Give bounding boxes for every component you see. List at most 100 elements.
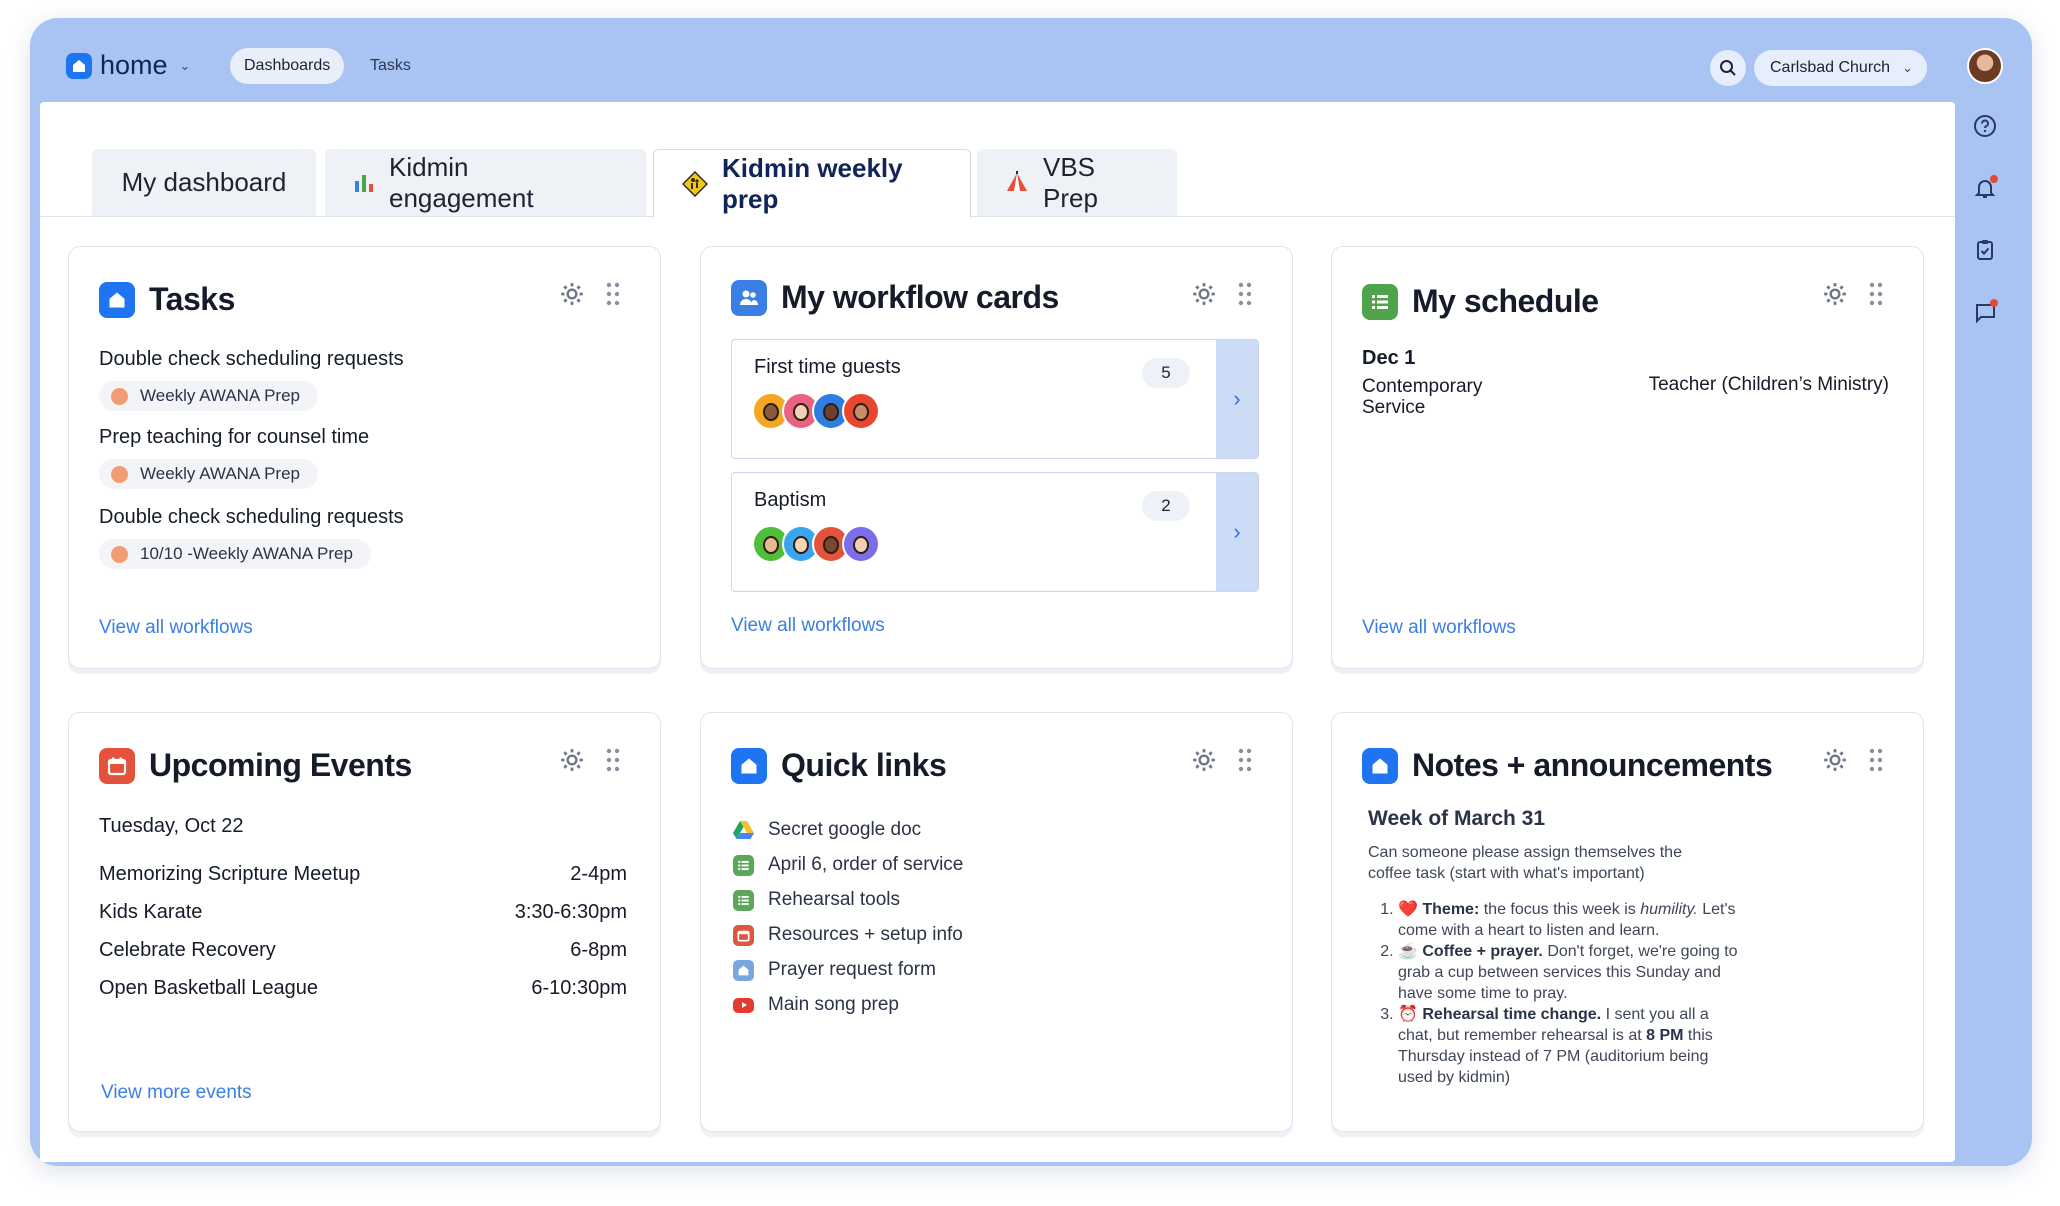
gear-icon[interactable] <box>1822 747 1848 778</box>
people-icon <box>731 279 767 316</box>
list-icon <box>733 854 754 876</box>
note-label: Theme: <box>1422 901 1480 918</box>
assignee-avatars <box>752 525 880 563</box>
event-name: Kids Karate <box>99 901 203 923</box>
note-label: Rehearsal time change. <box>1422 1006 1602 1023</box>
event-row[interactable]: Kids Karate 3:30-6:30pm <box>99 901 627 924</box>
quick-link-label: Resources + setup info <box>768 924 963 945</box>
drag-handle-icon[interactable] <box>1237 281 1253 312</box>
note-emphasis: humility. <box>1640 901 1698 918</box>
gear-icon[interactable] <box>1191 281 1217 312</box>
tab-vbs-prep[interactable]: VBS Prep <box>977 149 1177 216</box>
event-time: 6-10:30pm <box>531 977 627 999</box>
tab-kidmin-weekly-prep[interactable]: Kidmin weekly prep <box>653 149 971 218</box>
assignee-avatars <box>752 392 880 430</box>
status-dot <box>111 545 128 563</box>
event-row[interactable]: Open Basketball League 6-10:30pm <box>99 977 627 1000</box>
card-title: My schedule <box>1362 283 1599 320</box>
home-icon <box>731 747 767 784</box>
workflow-cards-card: My workflow cards First time guests 5 › … <box>700 246 1293 669</box>
quick-link[interactable]: April 6, order of service <box>733 854 963 876</box>
schedule-role: Teacher (Children’s Ministry) <box>1648 374 1889 395</box>
event-name: Celebrate Recovery <box>99 939 276 961</box>
task-workflow-chip[interactable]: 10/10 -Weekly AWANA Prep <box>99 539 371 569</box>
event-row[interactable]: Memorizing Scripture Meetup 2-4pm <box>99 863 627 886</box>
quick-link-label: April 6, order of service <box>768 854 964 875</box>
notes-list: ❤️ Theme: the focus this week is humilit… <box>1398 899 1738 1088</box>
workflow-item[interactable]: First time guests 5 › <box>731 339 1259 459</box>
event-row[interactable]: Celebrate Recovery 6-8pm <box>99 939 627 962</box>
task-title[interactable]: Double check scheduling requests <box>99 506 404 529</box>
tasks-button[interactable] <box>1969 234 2001 266</box>
organization-select[interactable]: Carlsbad Church ⌄ <box>1754 50 1927 86</box>
notifications-button[interactable] <box>1969 172 2001 204</box>
gear-icon[interactable] <box>559 747 585 778</box>
quick-link[interactable]: Resources + setup info <box>733 924 963 946</box>
chevron-right-icon[interactable]: › <box>1216 473 1258 591</box>
card-controls <box>1822 281 1884 312</box>
nav-dashboards[interactable]: Dashboards <box>230 48 345 84</box>
gear-icon[interactable] <box>559 281 585 312</box>
gear-icon[interactable] <box>1191 747 1217 778</box>
task-workflow-chip[interactable]: Weekly AWANA Prep <box>99 381 318 411</box>
home-icon <box>99 281 135 318</box>
chevron-down-icon: ⌄ <box>1902 60 1913 75</box>
view-all-workflows-link[interactable]: View all workflows <box>99 617 253 639</box>
view-more-events-link[interactable]: View more events <box>101 1082 252 1104</box>
tab-label: My dashboard <box>121 167 287 197</box>
workflow-item[interactable]: Baptism 2 › <box>731 472 1259 592</box>
search-button[interactable] <box>1710 50 1746 86</box>
view-all-workflows-link[interactable]: View all workflows <box>1362 617 1516 639</box>
quick-link-label: Main song prep <box>768 994 899 1015</box>
events-date: Tuesday, Oct 22 <box>99 815 244 837</box>
nav-tasks[interactable]: Tasks <box>370 48 411 84</box>
gear-icon[interactable] <box>1822 281 1848 312</box>
card-title: Quick links <box>731 747 947 784</box>
tab-kidmin-engagement[interactable]: Kidmin engagement <box>325 149 646 216</box>
drag-handle-icon[interactable] <box>1868 747 1884 778</box>
app-switcher[interactable]: home ⌄ <box>66 50 190 81</box>
task-title[interactable]: Double check scheduling requests <box>99 348 404 371</box>
card-controls <box>1191 747 1253 778</box>
drag-handle-icon[interactable] <box>1237 747 1253 778</box>
view-all-workflows-link[interactable]: View all workflows <box>731 615 885 637</box>
quick-link[interactable]: Prayer request form <box>733 959 936 981</box>
calendar-icon <box>733 924 754 946</box>
drag-handle-icon[interactable] <box>605 747 621 778</box>
app-name: home <box>100 50 168 80</box>
chip-label: Weekly AWANA Prep <box>140 386 300 405</box>
status-dot <box>111 465 128 483</box>
note-item: ⏰ Rehearsal time change. I sent you all … <box>1398 1004 1738 1088</box>
quick-link-label: Secret google doc <box>768 819 922 840</box>
messages-button[interactable] <box>1969 296 2001 328</box>
task-title[interactable]: Prep teaching for counsel time <box>99 426 369 449</box>
quick-link[interactable]: Main song prep <box>733 994 899 1016</box>
chevron-right-icon[interactable]: › <box>1216 340 1258 458</box>
card-title-text: My workflow cards <box>781 279 1059 315</box>
tab-my-dashboard[interactable]: My dashboard <box>92 149 316 216</box>
top-bar: home ⌄ Dashboards Tasks Carlsbad Church … <box>30 18 1955 102</box>
user-avatar[interactable] <box>1967 48 2003 84</box>
organization-name: Carlsbad Church <box>1770 59 1891 76</box>
avatar <box>842 392 880 430</box>
drag-handle-icon[interactable] <box>1868 281 1884 312</box>
card-title-text: Quick links <box>781 747 947 783</box>
dashboard-tabs: My dashboard Kidmin engagement Kidmin we… <box>40 102 1955 218</box>
card-controls <box>1191 281 1253 312</box>
card-controls <box>559 747 621 778</box>
circus-tent-icon <box>1005 170 1029 195</box>
quick-link[interactable]: Secret google doc <box>733 819 921 841</box>
help-button[interactable] <box>1969 110 2001 142</box>
quick-link-label: Prayer request form <box>768 959 936 980</box>
schedule-service[interactable]: Contemporary Service <box>1362 376 1512 418</box>
drag-handle-icon[interactable] <box>605 281 621 312</box>
alarm-clock-icon: ⏰ <box>1398 1006 1418 1023</box>
workflow-count-badge: 2 <box>1142 491 1190 521</box>
card-title-text: My schedule <box>1412 283 1599 319</box>
notes-card: Notes + announcements Week of March 31 C… <box>1331 712 1924 1132</box>
status-dot <box>111 387 128 405</box>
chip-label: Weekly AWANA Prep <box>140 464 300 483</box>
task-workflow-chip[interactable]: Weekly AWANA Prep <box>99 459 318 489</box>
chip-label: 10/10 -Weekly AWANA Prep <box>140 544 353 563</box>
quick-link[interactable]: Rehearsal tools <box>733 889 900 911</box>
